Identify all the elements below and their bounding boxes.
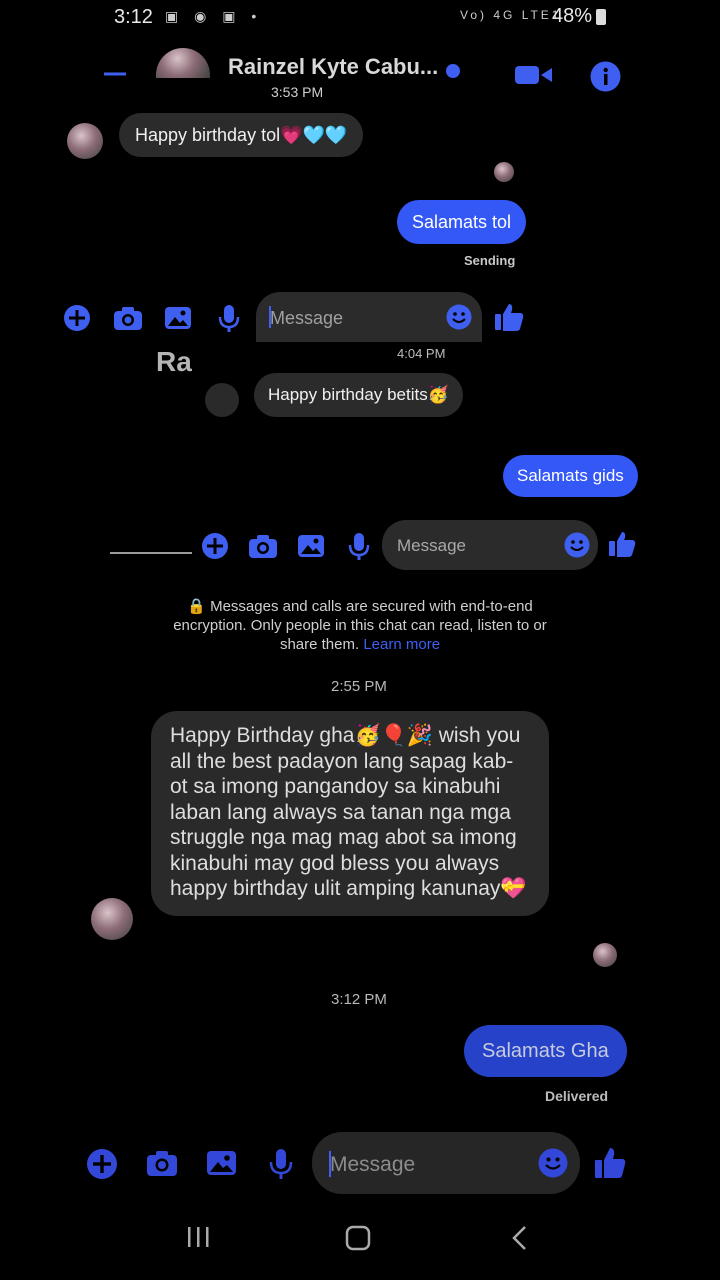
like-icon[interactable]: [608, 530, 636, 563]
back-button[interactable]: [508, 1224, 532, 1257]
timestamp-4: 3:12 PM: [331, 991, 387, 1008]
camera-icon[interactable]: [113, 305, 143, 336]
overlay-initials: Ra: [156, 346, 192, 377]
microphone-icon[interactable]: [218, 304, 240, 337]
message-input-2[interactable]: Message: [382, 520, 598, 570]
camera-icon[interactable]: [248, 533, 278, 564]
sender-avatar[interactable]: [67, 123, 103, 159]
emoji-icon[interactable]: [564, 532, 590, 563]
sender-avatar[interactable]: [91, 898, 133, 940]
battery-icon: [596, 9, 606, 25]
message-input-1[interactable]: Message: [256, 292, 482, 342]
incoming-message[interactable]: Happy birthday tol💗🩵🩵: [119, 113, 364, 157]
back-icon[interactable]: [100, 58, 130, 80]
outgoing-message[interactable]: Salamats tol: [397, 200, 527, 244]
microphone-icon[interactable]: [269, 1148, 293, 1185]
input-placeholder: Message: [270, 308, 344, 328]
network-icon: Vo) 4G LTE1: [460, 8, 562, 22]
microphone-icon[interactable]: [348, 532, 370, 565]
input-placeholder: Message: [397, 536, 466, 555]
emoji-icon[interactable]: [446, 304, 472, 335]
input-placeholder: Message: [330, 1153, 416, 1176]
header-timestamp: 3:53 PM: [271, 84, 324, 100]
seen-avatar: [593, 943, 617, 967]
contact-avatar[interactable]: [156, 48, 210, 78]
status-bar: 3:12 ▣ ◉ ▣ • Vo) 4G LTE1 48%: [0, 0, 720, 36]
like-icon[interactable]: [594, 1146, 626, 1185]
info-icon[interactable]: [590, 61, 621, 97]
plus-icon[interactable]: [86, 1148, 118, 1185]
status-time: 3:12: [114, 6, 153, 28]
notification-icons: ▣ ◉ ▣ •: [165, 8, 263, 24]
composer-3: Message: [86, 1132, 636, 1194]
outgoing-message-2[interactable]: Salamats gids: [503, 455, 638, 497]
composer-1: Message: [60, 292, 530, 342]
seen-avatar: [494, 162, 514, 182]
incoming-long-message[interactable]: Happy Birthday gha🥳🎈🎉 wish you all the b…: [151, 711, 549, 916]
scroll-divider: [110, 552, 192, 554]
outgoing-message-3[interactable]: Salamats Gha: [464, 1025, 627, 1077]
encryption-notice: 🔒 Messages and calls are secured with en…: [160, 597, 560, 654]
encryption-text: 🔒 Messages and calls are secured with en…: [173, 598, 547, 653]
emoji-icon[interactable]: [538, 1148, 568, 1183]
plus-icon[interactable]: [63, 304, 91, 337]
contact-name[interactable]: Rainzel Kyte Cabu...: [228, 54, 438, 80]
learn-more-link[interactable]: Learn more: [363, 636, 440, 653]
message-status-2: Delivered: [545, 1088, 609, 1104]
timestamp-2: 4:04 PM: [397, 346, 446, 361]
composer-2: Message: [108, 520, 648, 570]
placeholder-avatar: [205, 383, 239, 417]
video-call-icon[interactable]: [515, 64, 553, 91]
battery-level: 48%: [552, 5, 593, 27]
home-button[interactable]: [345, 1224, 373, 1257]
gallery-icon[interactable]: [206, 1149, 237, 1182]
phone-call-icon[interactable]: [446, 64, 460, 78]
system-nav-bar: [0, 1200, 720, 1280]
plus-icon[interactable]: [201, 532, 229, 565]
message-input-3[interactable]: Message: [312, 1132, 580, 1194]
like-icon[interactable]: [494, 302, 524, 337]
recent-apps-button[interactable]: [186, 1224, 212, 1255]
gallery-icon[interactable]: [164, 305, 192, 336]
message-status: Sending: [464, 253, 516, 268]
gallery-icon[interactable]: [297, 533, 325, 564]
timestamp-3: 2:55 PM: [331, 678, 387, 695]
incoming-message-2[interactable]: Happy birthday betits🥳: [254, 373, 463, 417]
camera-icon[interactable]: [146, 1149, 178, 1182]
